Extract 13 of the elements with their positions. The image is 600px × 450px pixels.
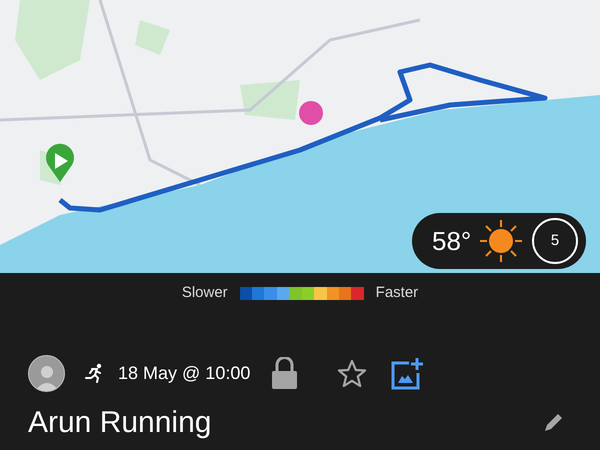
star-icon[interactable]	[337, 358, 368, 388]
temperature: 58°	[432, 224, 472, 258]
wind-speed: 5	[550, 230, 560, 251]
activity-title: Arun Running	[28, 405, 212, 441]
sun-icon	[479, 219, 524, 263]
runner-icon	[84, 363, 104, 383]
activity-date: 18 May @ 10:00	[118, 362, 250, 385]
avatar[interactable]	[28, 354, 65, 392]
lock-icon[interactable]	[272, 357, 298, 389]
legend-label: Faster	[376, 282, 418, 303]
add-photo-icon[interactable]	[391, 356, 424, 390]
legend-label: Slower	[182, 282, 228, 303]
edit-icon[interactable]	[542, 412, 564, 434]
